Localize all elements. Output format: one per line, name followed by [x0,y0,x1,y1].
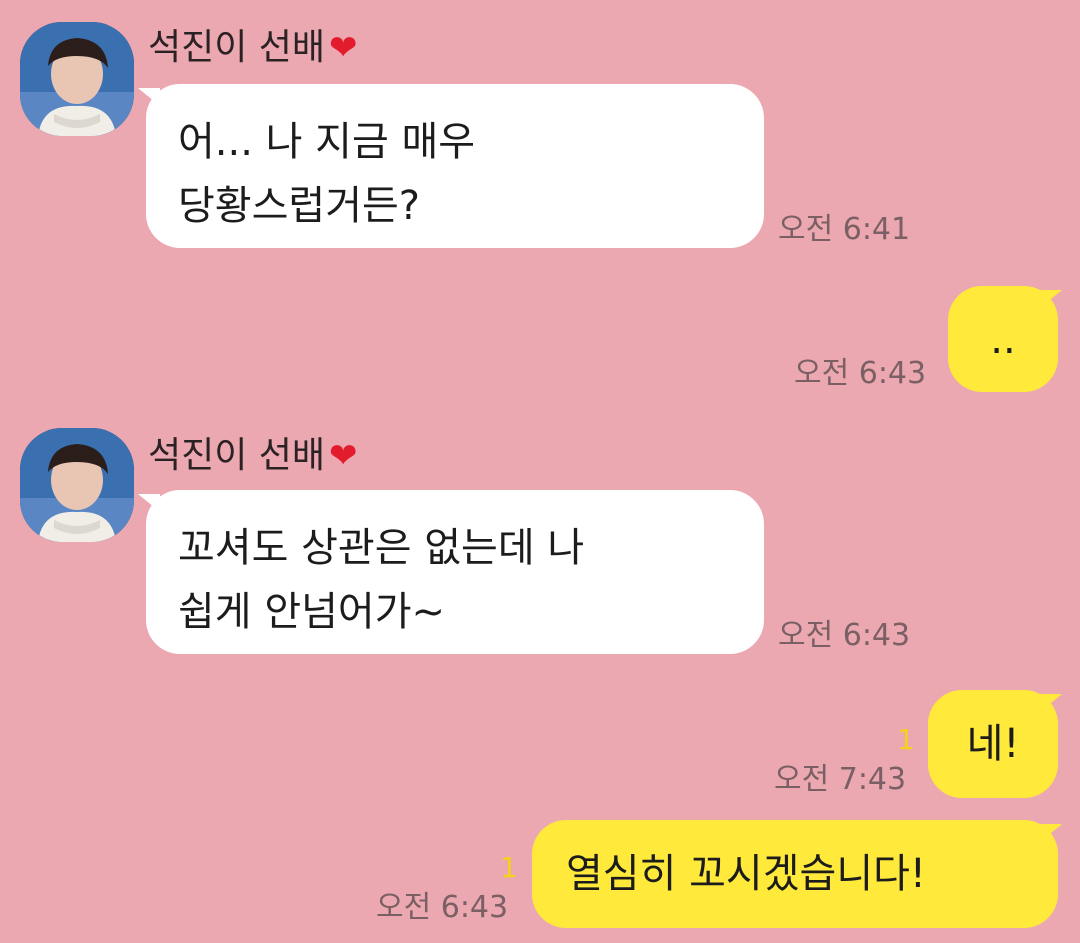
sender-name: 석진이 선배 ❤ [148,434,358,478]
bubble-tail [1040,824,1062,842]
sender-name-text: 석진이 선배 [148,27,326,68]
bubble-tail [1040,290,1062,308]
heart-icon: ❤ [329,28,358,68]
message-timestamp: 오전 6:41 [778,212,911,247]
sender-name: 석진이 선배 ❤ [148,26,358,70]
chat-room: 석진이 선배 ❤ 어... 나 지금 매우 당황스럽거든? 오전 6:41 .. … [0,0,1080,943]
sender-name-text: 석진이 선배 [148,435,326,476]
message-text: 당황스럽거든? [178,183,421,229]
message-timestamp: 오전 6:43 [778,618,911,653]
sender-avatar[interactable] [20,428,134,542]
unread-count: 1 [897,723,915,756]
message-bubble-incoming[interactable]: 꼬셔도 상관은 없는데 나 쉽게 안넘어가~ [146,490,764,654]
message-bubble-outgoing[interactable]: 열심히 꼬시겠습니다! [532,820,1058,928]
message-text: 쉽게 안넘어가~ [178,589,446,635]
message-timestamp: 오전 6:43 [794,356,927,391]
message-text: 네! [966,721,1020,767]
message-text: .. [990,317,1016,363]
message-bubble-outgoing[interactable]: 네! [928,690,1058,798]
message-text: 어... 나 지금 매우 [178,119,476,165]
message-text: 꼬셔도 상관은 없는데 나 [178,525,585,571]
message-timestamp: 오전 7:43 [774,762,907,797]
heart-icon: ❤ [329,436,358,476]
bubble-tail [1040,694,1062,712]
sender-avatar[interactable] [20,22,134,136]
unread-count: 1 [500,851,518,884]
message-timestamp: 오전 6:43 [376,890,509,925]
message-text: 열심히 꼬시겠습니다! [566,851,926,897]
message-bubble-incoming[interactable]: 어... 나 지금 매우 당황스럽거든? [146,84,764,248]
